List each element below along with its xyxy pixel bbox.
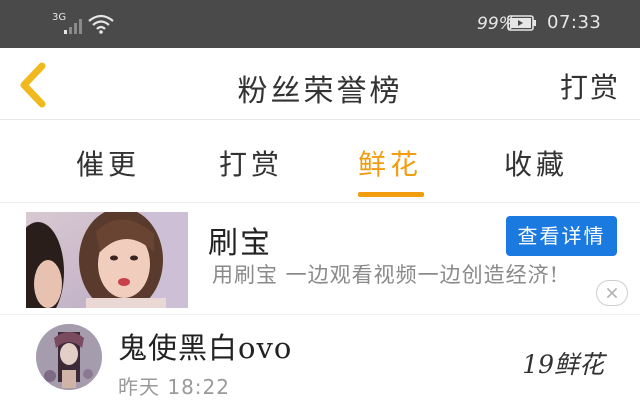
tab-reward[interactable]: 打赏 bbox=[219, 143, 283, 183]
signal-icon bbox=[64, 19, 82, 34]
flower-count: 19鲜花 bbox=[522, 350, 604, 379]
tab-favorites[interactable]: 收藏 bbox=[504, 143, 568, 183]
ad-description: 用刷宝 一边观看视频一边创造经济! bbox=[212, 263, 560, 287]
ad-thumbnail bbox=[26, 212, 188, 308]
active-tab-indicator bbox=[358, 192, 424, 197]
avatar bbox=[36, 324, 102, 390]
page-title: 粉丝荣誉榜 bbox=[237, 74, 403, 109]
ad-banner[interactable]: 刷宝 用刷宝 一边观看视频一边创造经济! 查看详情 bbox=[0, 204, 640, 314]
battery-icon bbox=[507, 15, 536, 31]
reward-button[interactable]: 打赏 bbox=[560, 66, 620, 106]
fan-name: 鬼使黑白ovo bbox=[118, 331, 293, 365]
close-icon[interactable] bbox=[596, 280, 628, 306]
list-item[interactable]: 鬼使黑白ovo 昨天 18:22 19鲜花 bbox=[0, 314, 640, 417]
ad-title: 刷宝 bbox=[208, 226, 272, 261]
tab-flowers[interactable]: 鲜花 bbox=[358, 143, 422, 183]
fan-timestamp: 昨天 18:22 bbox=[118, 375, 230, 399]
clock: 07:33 bbox=[547, 12, 602, 33]
view-details-button[interactable]: 查看详情 bbox=[506, 216, 617, 256]
header: 粉丝荣誉榜 打赏 bbox=[0, 48, 640, 120]
tab-bar: 催更 打赏 鲜花 收藏 bbox=[0, 121, 640, 203]
tab-urge[interactable]: 催更 bbox=[76, 143, 140, 183]
wifi-icon bbox=[88, 14, 114, 34]
status-bar: 3G 99% 07:33 bbox=[0, 0, 640, 48]
